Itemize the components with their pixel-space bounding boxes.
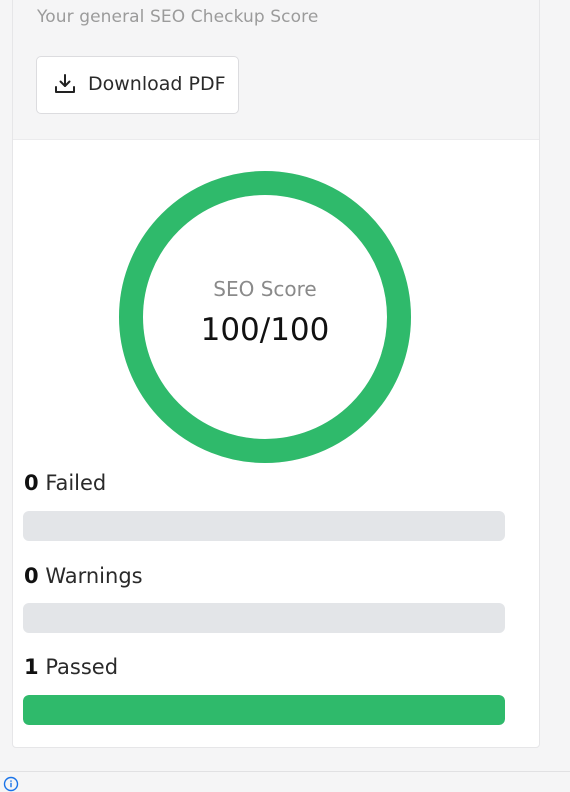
passed-bar-fill: [23, 695, 505, 725]
failed-bar: [23, 511, 505, 541]
warnings-label: Warnings: [45, 564, 143, 588]
failed-stat: 0 Failed: [24, 471, 106, 495]
passed-count: 1: [24, 655, 39, 679]
failed-count: 0: [24, 471, 39, 495]
card-header: Your general SEO Checkup Score Download …: [13, 0, 539, 140]
download-icon: [55, 74, 75, 93]
warnings-stat: 0 Warnings: [24, 564, 143, 588]
download-pdf-button[interactable]: Download PDF: [36, 56, 239, 114]
seo-score-gauge: SEO Score 100/100: [119, 171, 411, 463]
warnings-count: 0: [24, 564, 39, 588]
divider: [0, 771, 570, 772]
passed-stat: 1 Passed: [24, 655, 118, 679]
failed-label: Failed: [45, 471, 107, 495]
passed-label: Passed: [45, 655, 119, 679]
score-value: 100/100: [200, 312, 330, 348]
download-pdf-label: Download PDF: [88, 73, 226, 95]
passed-bar: [23, 695, 505, 725]
warnings-bar: [23, 603, 505, 633]
card-subtitle: Your general SEO Checkup Score: [37, 7, 319, 27]
info-icon[interactable]: [3, 776, 19, 792]
score-label: SEO Score: [213, 277, 317, 301]
